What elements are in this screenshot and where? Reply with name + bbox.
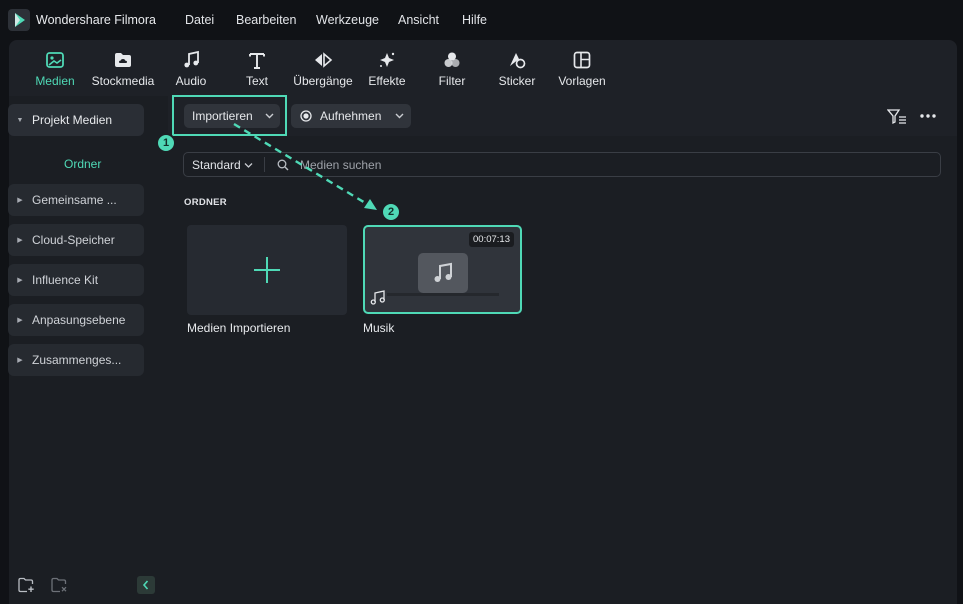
filmora-window: Wondershare Filmora Datei Bearbeiten Wer…	[0, 0, 963, 604]
step-arrow	[233, 122, 377, 210]
step-badge-2: 2	[381, 202, 401, 222]
step-badge-1: 1	[156, 133, 176, 153]
